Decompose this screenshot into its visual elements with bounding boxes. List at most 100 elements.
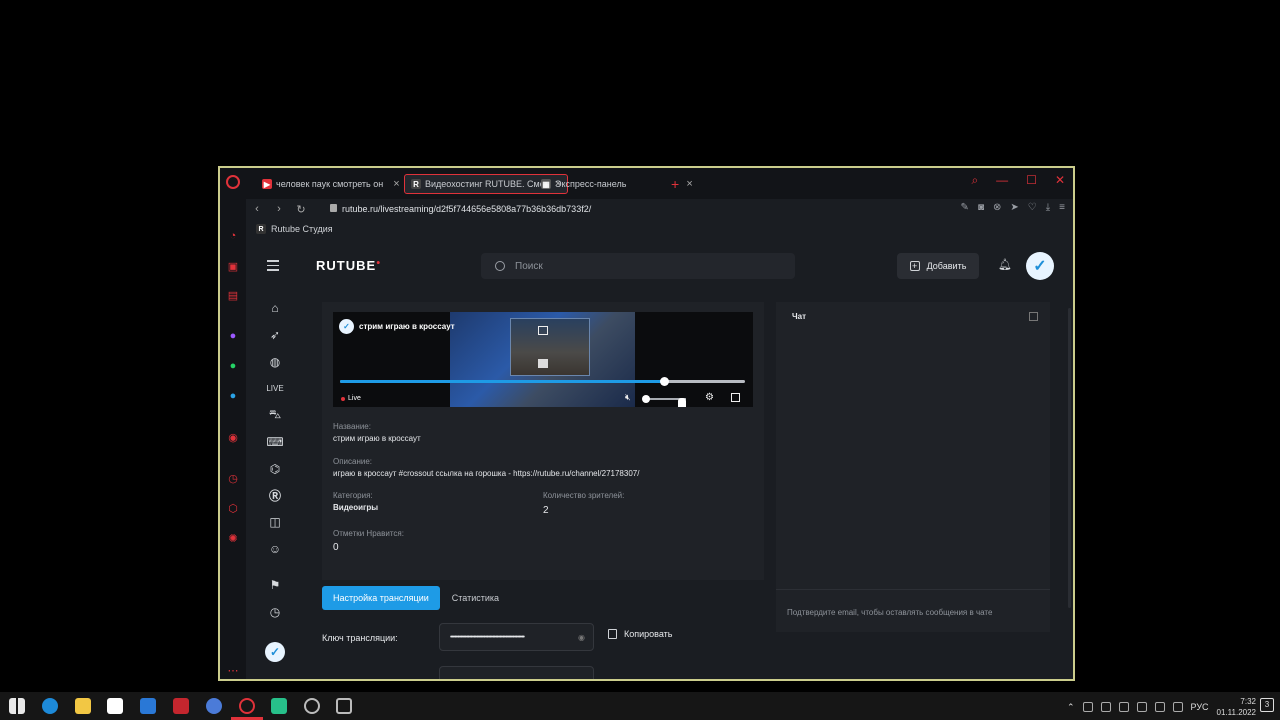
tab-bar: ▶ человек паук смотреть он × R Видеохост… <box>220 168 1073 199</box>
opera-taskbar-icon[interactable] <box>239 698 255 714</box>
monitor-icon[interactable] <box>1136 702 1147 712</box>
reload-icon[interactable]: ↻ <box>290 203 312 216</box>
new-tab-button[interactable]: + <box>671 176 679 192</box>
file-explorer-icon[interactable] <box>75 698 91 714</box>
url-field[interactable]: rutube.ru/livestreaming/d2f5f744656e5808… <box>342 204 591 214</box>
bookmark-rutube-studio[interactable]: Rutube Студия <box>271 224 333 234</box>
add-button[interactable]: + Добавить <box>897 253 979 279</box>
eye-off-icon[interactable]: ◉ <box>578 633 585 642</box>
close-tab-icon[interactable]: × <box>393 178 399 190</box>
download-icon[interactable]: ⤓ <box>1046 202 1050 213</box>
video-favicon-icon: ▶ <box>262 179 272 189</box>
video-player[interactable]: ✓ стрим играю в кроссаут Live 🔇︎ ⚙ <box>333 312 753 407</box>
more-icon[interactable]: ⋯ <box>226 663 240 677</box>
server-url-field[interactable] <box>439 666 594 679</box>
mail-icon[interactable] <box>140 698 156 714</box>
progress-fill <box>340 380 664 383</box>
tab-stream-settings[interactable]: Настройка трансляции <box>322 586 440 610</box>
steam-icon[interactable] <box>304 698 320 714</box>
bookmark-icon[interactable]: ⚑ <box>267 577 283 593</box>
close-window-icon[interactable]: ✕ <box>1055 173 1065 188</box>
speed-dial-icon[interactable]: ◔ <box>226 229 240 243</box>
graduation-icon[interactable]: ⌬ <box>267 461 283 477</box>
kids-icon[interactable]: ☺ <box>267 541 283 557</box>
home-icon[interactable]: ⌂ <box>267 300 283 316</box>
taskbar: ⌃ РУС 7:32 01.11.2022 3 <box>0 692 1280 720</box>
gear-icon[interactable]: ⚙ <box>705 392 714 403</box>
car-icon[interactable]: ⛍ <box>267 407 283 423</box>
close-tab-icon[interactable]: × <box>686 178 692 190</box>
opera-sidebar: ◔ ▣ ▤ ● ● ● ◉ ◷ ⬡ ✺ ⋯ <box>220 199 246 679</box>
forward-icon[interactable]: › <box>268 203 290 215</box>
game-app-icon[interactable] <box>173 698 189 714</box>
back-icon[interactable]: ‹ <box>246 203 268 215</box>
rutube-logo[interactable]: RUTUBE● <box>316 258 381 273</box>
user-avatar[interactable]: ✓ <box>1026 252 1054 280</box>
fullscreen-icon[interactable] <box>731 393 740 402</box>
opera-logo-icon[interactable] <box>226 175 240 189</box>
history-icon[interactable]: ◷ <box>226 471 240 485</box>
tab-spiderman[interactable]: ▶ человек паук смотреть он × <box>256 174 406 194</box>
onedrive-icon[interactable] <box>1118 702 1129 712</box>
wifi-icon[interactable] <box>1154 702 1165 712</box>
chrome-icon[interactable] <box>206 698 222 714</box>
stop-icon[interactable] <box>538 359 548 368</box>
obs-icon[interactable] <box>336 698 352 714</box>
hamburger-menu-icon[interactable] <box>267 260 279 274</box>
mute-icon[interactable]: 🔇︎ <box>625 392 631 403</box>
menu-icon[interactable]: ≡ <box>1059 202 1065 213</box>
network-icon[interactable] <box>1082 702 1093 712</box>
edit-icon[interactable]: ✎ <box>961 202 969 213</box>
messenger-icon[interactable]: ● <box>226 329 240 343</box>
block-icon[interactable]: ⊗ <box>993 202 1001 213</box>
gamepad-icon[interactable]: ⌨ <box>266 434 283 450</box>
language-indicator[interactable]: РУС <box>1191 702 1209 712</box>
minimize-icon[interactable]: — <box>996 173 1008 188</box>
search-input[interactable]: Поиск <box>481 253 795 279</box>
whatsapp-icon[interactable]: ● <box>226 359 240 373</box>
history-icon[interactable]: ◷ <box>267 604 283 620</box>
page-scrollbar[interactable] <box>1068 308 1071 608</box>
edge-icon[interactable] <box>42 698 58 714</box>
progress-bar[interactable] <box>340 377 745 386</box>
send-icon[interactable]: ➤ <box>1010 202 1018 213</box>
clock[interactable]: 7:32 01.11.2022 <box>1217 696 1256 718</box>
search-tabs-icon[interactable]: ⌕ <box>971 173 978 188</box>
tab-statistics[interactable]: Статистика <box>440 586 511 610</box>
store-icon[interactable] <box>107 698 123 714</box>
copy-button[interactable]: Копировать <box>608 629 672 639</box>
camera-icon[interactable]: ◙ <box>978 202 984 213</box>
maximize-icon[interactable]: ☐ <box>1026 173 1037 188</box>
bag-icon[interactable]: ▣ <box>226 259 240 273</box>
player-icon[interactable]: ◉ <box>226 430 240 444</box>
stream-key-field[interactable]: ••••••••••••••••••••••••••••••••••••••••… <box>439 623 594 651</box>
settings-icon[interactable]: ✺ <box>226 531 240 545</box>
stream-card: ✓ стрим играю в кроссаут Live 🔇︎ ⚙ Назва… <box>322 302 764 580</box>
notifications-icon[interactable]: 3 <box>1260 698 1274 712</box>
address-actions: ✎ ◙ ⊗ ➤ ♡ ⤓ ≡ <box>961 202 1065 213</box>
tray-chevron-icon[interactable]: ⌃ <box>1067 702 1075 713</box>
viewers-value: 2 <box>543 505 549 516</box>
cube-icon[interactable]: ⬡ <box>226 501 240 515</box>
external-link-icon[interactable] <box>1029 312 1038 321</box>
live-icon[interactable]: LIVE <box>266 380 283 396</box>
volume-knob[interactable] <box>642 395 650 403</box>
rocket-icon[interactable]: ➶ <box>267 327 283 343</box>
twitch-icon[interactable]: ▤ <box>226 288 240 302</box>
heart-icon[interactable]: ♡ <box>1028 202 1037 213</box>
app-green-icon[interactable] <box>271 698 287 714</box>
notifications-bell-icon[interactable]: 🔔︎ <box>998 258 1012 271</box>
name-label: Название: <box>333 422 371 431</box>
cloud-icon[interactable] <box>1100 702 1111 712</box>
rutube-r-icon[interactable]: Ⓡ <box>267 487 283 503</box>
globe-icon[interactable]: ◍ <box>267 354 283 370</box>
windows-start-icon[interactable] <box>9 698 25 714</box>
tv-icon[interactable]: ◫ <box>267 514 283 530</box>
volume-icon[interactable] <box>1172 702 1183 712</box>
sidebar-avatar[interactable]: ✓ <box>265 642 285 662</box>
channel-avatar: ✓ <box>339 319 354 334</box>
telegram-icon[interactable]: ● <box>226 389 240 403</box>
pip-icon[interactable] <box>538 326 548 335</box>
progress-knob[interactable] <box>660 377 669 386</box>
likes-value: 0 <box>333 542 339 553</box>
